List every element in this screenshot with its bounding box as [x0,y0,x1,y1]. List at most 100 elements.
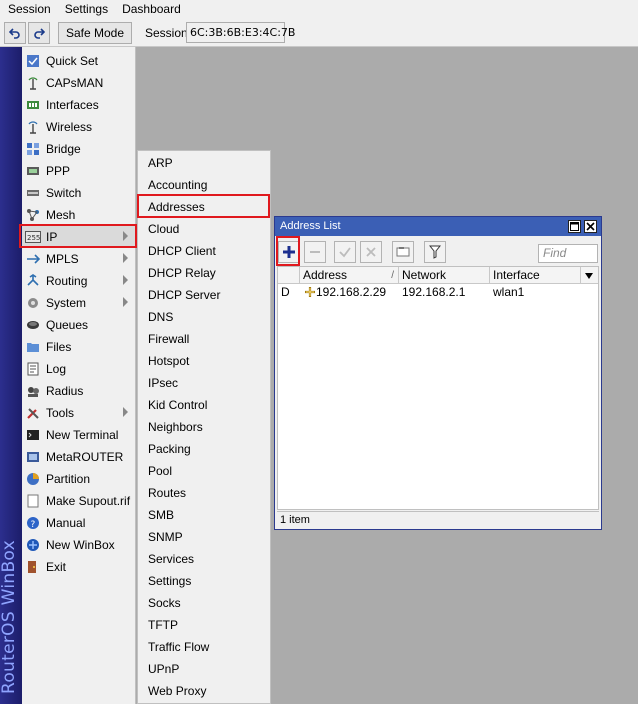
submenu-arrow-icon [123,407,128,417]
address-table: Address / Network Interface D 192.168.2.… [277,266,599,510]
interfaces-icon [25,97,41,113]
submenu-item-dhcp-client[interactable]: DHCP Client [138,240,270,262]
menu-item-queues[interactable]: Queues [22,314,136,336]
status-bar: 1 item [277,511,599,528]
close-button[interactable] [584,220,597,233]
menu-item-wireless[interactable]: Wireless [22,116,136,138]
submenu-item-web-proxy[interactable]: Web Proxy [138,680,270,702]
table-row[interactable]: D 192.168.2.29 192.168.2.1 wlan1 [278,284,598,300]
submenu-item-tftp[interactable]: TFTP [138,614,270,636]
column-flag-header[interactable] [278,267,300,284]
submenu-arrow-icon [123,253,128,263]
redo-icon [34,28,45,39]
menu-item-bridge[interactable]: Bridge [22,138,136,160]
minus-icon [310,251,320,253]
column-chooser-button[interactable] [581,267,598,284]
tools-icon [25,405,41,421]
disable-button[interactable] [360,241,382,263]
maximize-button[interactable] [568,220,581,233]
filter-button[interactable] [424,241,446,263]
comment-button[interactable] [392,241,414,263]
submenu-item-pool[interactable]: Pool [138,460,270,482]
safe-mode-button[interactable]: Safe Mode [58,22,132,44]
switch-icon [25,185,41,201]
menu-item-mpls[interactable]: MPLS [22,248,136,270]
cross-icon [366,247,376,257]
menu-item-files[interactable]: Files [22,336,136,358]
wireless-icon [25,119,41,135]
menu-settings[interactable]: Settings [57,0,114,18]
column-address-header[interactable]: Address / [300,267,399,284]
menu-item-tools[interactable]: Tools [22,402,136,424]
mpls-icon [25,251,41,267]
submenu-item-smb[interactable]: SMB [138,504,270,526]
remove-button[interactable] [304,241,326,263]
routing-icon [25,273,41,289]
undo-icon [9,28,20,39]
menu-item-system[interactable]: System [22,292,136,314]
undo-button[interactable] [4,22,26,44]
submenu-item-neighbors[interactable]: Neighbors [138,416,270,438]
partition-icon [25,471,41,487]
session-field[interactable]: 6C:3B:6B:E3:4C:7B [186,22,295,43]
system-icon [25,295,41,311]
submenu-item-ipsec[interactable]: IPsec [138,372,270,394]
submenu-item-settings[interactable]: Settings [138,570,270,592]
menu-item-ppp[interactable]: PPP [22,160,136,182]
submenu-item-arp[interactable]: ARP [138,152,270,174]
close-icon [586,222,595,231]
submenu-item-firewall[interactable]: Firewall [138,328,270,350]
menu-item-partition[interactable]: Partition [22,468,136,490]
submenu-item-routes[interactable]: Routes [138,482,270,504]
menu-item-quick-set[interactable]: Quick Set [22,50,136,72]
radius-icon [25,383,41,399]
submenu-item-cloud[interactable]: Cloud [138,218,270,240]
menu-item-routing[interactable]: Routing [22,270,136,292]
submenu-item-services[interactable]: Services [138,548,270,570]
svg-text:255: 255 [27,234,40,242]
menu-item-metarouter[interactable]: MetaROUTER [22,446,136,468]
menu-item-new-terminal[interactable]: New Terminal [22,424,136,446]
submenu-item-accounting[interactable]: Accounting [138,174,270,196]
menu-item-ip[interactable]: 255 IP [22,226,136,248]
menu-item-exit[interactable]: Exit [22,556,136,578]
column-interface-header[interactable]: Interface [490,267,581,284]
supout-icon [25,493,41,509]
submenu-item-dns[interactable]: DNS [138,306,270,328]
submenu-item-packing[interactable]: Packing [138,438,270,460]
submenu-item-socks[interactable]: Socks [138,592,270,614]
menu-item-mesh[interactable]: Mesh [22,204,136,226]
add-button[interactable] [278,241,300,263]
submenu-item-kid-control[interactable]: Kid Control [138,394,270,416]
submenu-item-hotspot[interactable]: Hotspot [138,350,270,372]
enable-button[interactable] [334,241,356,263]
menu-item-interfaces[interactable]: Interfaces [22,94,136,116]
metarouter-icon [25,449,41,465]
menu-session[interactable]: Session [0,0,57,18]
menu-item-radius[interactable]: Radius [22,380,136,402]
menu-item-make-supout[interactable]: Make Supout.rif [22,490,136,512]
window-title[interactable]: Address List [275,217,601,236]
submenu-item-traffic-flow[interactable]: Traffic Flow [138,636,270,658]
menu-dashboard[interactable]: Dashboard [114,0,187,18]
submenu-item-snmp[interactable]: SNMP [138,526,270,548]
submenu-item-dhcp-relay[interactable]: DHCP Relay [138,262,270,284]
menu-item-switch[interactable]: Switch [22,182,136,204]
menu-bar: Session Settings Dashboard [0,0,638,18]
submenu-item-dhcp-server[interactable]: DHCP Server [138,284,270,306]
submenu-arrow-icon [123,297,128,307]
bridge-icon [25,141,41,157]
column-network-header[interactable]: Network [399,267,490,284]
menu-item-capsman[interactable]: CAPsMAN [22,72,136,94]
find-input[interactable]: Find [538,244,598,263]
menu-item-manual[interactable]: ? Manual [22,512,136,534]
menu-item-log[interactable]: Log [22,358,136,380]
submenu-item-addresses[interactable]: Addresses [138,196,270,218]
plus-icon [283,246,295,258]
redo-button[interactable] [28,22,50,44]
submenu-item-upnp[interactable]: UPnP [138,658,270,680]
menu-item-new-winbox[interactable]: New WinBox [22,534,136,556]
ip-icon: 255 [25,229,41,245]
quick-set-icon [25,53,41,69]
row-flag: D [281,285,290,299]
